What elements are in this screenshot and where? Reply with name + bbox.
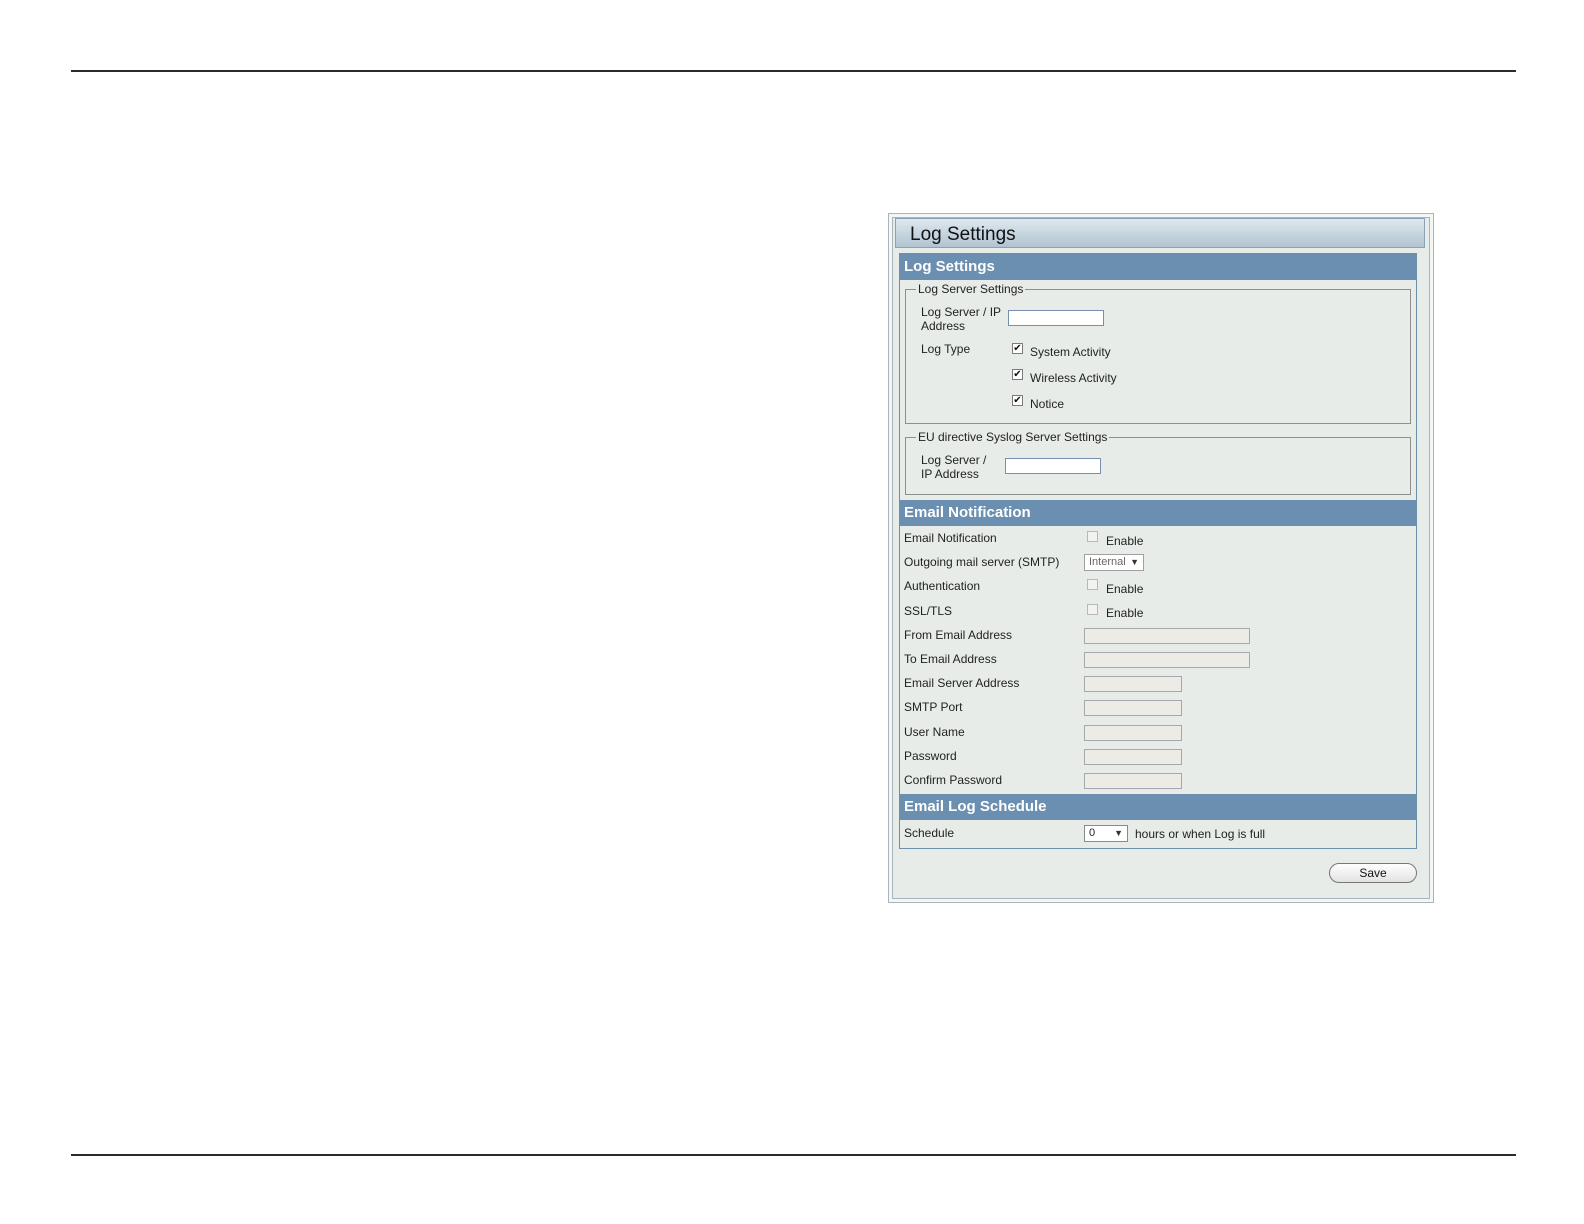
system-activity-label: System Activity — [1030, 345, 1111, 359]
confirm-password-label: Confirm Password — [904, 773, 1003, 787]
from-email-input[interactable] — [1084, 628, 1250, 644]
to-email-input[interactable] — [1084, 652, 1250, 668]
smtp-port-input[interactable] — [1084, 700, 1182, 716]
log-settings-window: Log Settings Log Settings Log Server Set… — [888, 213, 1434, 903]
log-server-ip-label-2: Address — [921, 319, 966, 333]
smtp-selected-value: Internal — [1089, 556, 1126, 568]
user-name-label: User Name — [904, 725, 965, 739]
eu-log-server-ip-input[interactable] — [1005, 458, 1101, 474]
email-server-input[interactable] — [1084, 676, 1182, 692]
authentication-enable-label: Enable — [1106, 582, 1144, 596]
confirm-password-input[interactable] — [1084, 773, 1182, 789]
user-name-input[interactable] — [1084, 725, 1182, 741]
log-server-fieldset: Log Server Settings Log Server / IP Addr… — [905, 282, 1411, 424]
email-server-label: Email Server Address — [904, 676, 1020, 690]
smtp-label: Outgoing mail server (SMTP) — [904, 555, 1060, 569]
smtp-port-label: SMTP Port — [904, 700, 963, 714]
email-notification-checkbox[interactable] — [1087, 531, 1098, 542]
notice-checkbox[interactable]: ✔ — [1012, 395, 1023, 406]
schedule-select[interactable]: 0 ▼ — [1084, 825, 1128, 842]
eu-syslog-fieldset: EU directive Syslog Server Settings Log … — [905, 430, 1411, 495]
wireless-activity-label: Wireless Activity — [1030, 371, 1117, 385]
email-notification-enable-label: Enable — [1106, 534, 1144, 548]
settings-panel: Log Settings Log Server Settings Log Ser… — [899, 253, 1417, 849]
email-log-schedule-header: Email Log Schedule — [900, 794, 1416, 820]
dropdown-arrow-icon: ▼ — [1130, 557, 1139, 567]
log-server-ip-label-1: Log Server / IP — [921, 305, 1002, 319]
log-server-legend: Log Server Settings — [916, 282, 1026, 296]
top-rule — [71, 70, 1516, 72]
email-notification-header: Email Notification — [900, 500, 1416, 526]
to-email-label: To Email Address — [904, 652, 997, 666]
schedule-selected-value: 0 — [1089, 827, 1096, 839]
eu-syslog-legend: EU directive Syslog Server Settings — [916, 430, 1110, 444]
window-title: Log Settings — [910, 224, 1016, 245]
ssl-tls-enable-label: Enable — [1106, 606, 1144, 620]
checkmark-icon: ✔ — [1013, 369, 1022, 380]
bottom-rule — [71, 1154, 1516, 1156]
eu-log-server-label-1: Log Server / — [921, 453, 987, 467]
window-titlebar: Log Settings — [895, 218, 1425, 248]
save-button[interactable]: Save — [1329, 863, 1417, 883]
dropdown-arrow-icon: ▼ — [1114, 828, 1123, 838]
password-label: Password — [904, 749, 957, 763]
system-activity-checkbox[interactable]: ✔ — [1012, 343, 1023, 354]
checkmark-icon: ✔ — [1013, 343, 1022, 354]
smtp-select[interactable]: Internal ▼ — [1084, 554, 1144, 571]
log-settings-header: Log Settings — [900, 254, 1416, 280]
email-notification-label: Email Notification — [904, 531, 997, 545]
schedule-label: Schedule — [904, 826, 955, 840]
password-input[interactable] — [1084, 749, 1182, 765]
notice-label: Notice — [1030, 397, 1065, 411]
checkmark-icon: ✔ — [1013, 395, 1022, 406]
wireless-activity-checkbox[interactable]: ✔ — [1012, 369, 1023, 380]
authentication-label: Authentication — [904, 579, 981, 593]
log-server-ip-input[interactable] — [1008, 310, 1104, 326]
ssl-tls-label: SSL/TLS — [904, 604, 953, 618]
log-type-label: Log Type — [921, 342, 971, 356]
schedule-suffix: hours or when Log is full — [1135, 827, 1266, 841]
authentication-checkbox[interactable] — [1087, 579, 1098, 590]
eu-log-server-label-2: IP Address — [921, 467, 979, 481]
from-email-label: From Email Address — [904, 628, 1013, 642]
ssl-tls-checkbox[interactable] — [1087, 604, 1098, 615]
